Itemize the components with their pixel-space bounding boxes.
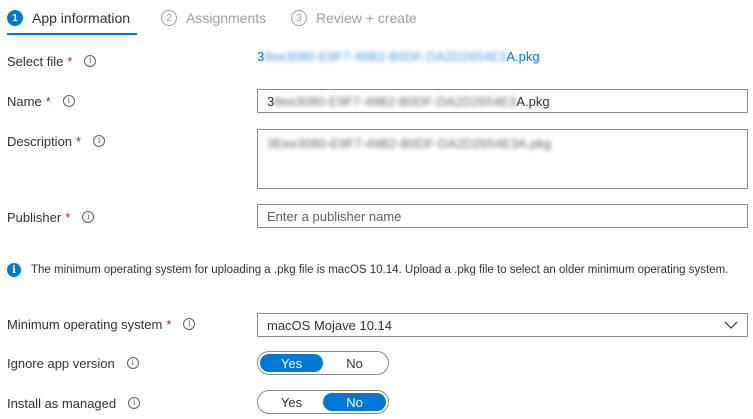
ignore-app-version-toggle[interactable]: Yes No (257, 351, 389, 375)
info-icon[interactable]: i (183, 318, 196, 330)
required-marker: * (76, 133, 82, 149)
min-os-select[interactable]: macOS Mojave 10.14 (257, 313, 748, 337)
name-value-suffix: A.pkg (516, 93, 550, 109)
required-marker: * (166, 316, 172, 332)
step-label: App information (32, 10, 131, 26)
ignore-app-version-yes[interactable]: Yes (260, 354, 323, 372)
required-marker: * (67, 53, 73, 69)
publisher-input[interactable]: Enter a publisher name (257, 204, 748, 228)
description-value-redacted: 3Eee3080-E9F7-49B2-B0DF-DA2D2654E3A.pkg (267, 136, 552, 151)
wizard-steps: 1 App information 2 Assignments 3 Review… (0, 0, 753, 40)
step-number: 3 (291, 10, 307, 26)
active-step-underline (7, 33, 137, 35)
file-name-prefix: 3 (257, 48, 265, 64)
min-os-notice: i The minimum operating system for uploa… (7, 262, 747, 278)
name-value-redacted: 8ee3080-E9F7-49B2-B0DF-DA2D2654E3 (274, 93, 517, 109)
info-icon[interactable]: i (128, 397, 141, 409)
install-as-managed-no[interactable]: No (323, 393, 386, 411)
info-icon[interactable]: i (93, 135, 106, 147)
file-name-redacted: 8ee3080-E9F7-49B2-B0DF-DA2D2654E3 (264, 48, 507, 64)
description-textarea[interactable]: 3Eee3080-E9F7-49B2-B0DF-DA2D2654E3A.pkg (257, 129, 748, 189)
select-file-label: Select file * i (7, 51, 97, 71)
step-app-information[interactable]: 1 App information (7, 8, 130, 28)
publisher-label: Publisher * i (7, 207, 95, 227)
publisher-placeholder: Enter a publisher name (267, 208, 402, 224)
selected-file-link[interactable]: 3 8ee3080-E9F7-49B2-B0DF-DA2D2654E3 A.pk… (257, 47, 540, 65)
install-as-managed-label-text: Install as managed (7, 395, 117, 411)
step-number: 2 (161, 10, 177, 26)
install-as-managed-toggle[interactable]: Yes No (257, 390, 389, 414)
step-assignments[interactable]: 2 Assignments (161, 8, 266, 28)
notice-text: The minimum operating system for uploadi… (31, 264, 729, 276)
name-value-prefix: 3 (267, 93, 275, 109)
chevron-down-icon (724, 318, 738, 332)
install-as-managed-yes[interactable]: Yes (260, 393, 323, 411)
ignore-app-version-label-text: Ignore app version (7, 355, 115, 371)
min-os-value: macOS Mojave 10.14 (267, 317, 393, 333)
required-marker: * (45, 93, 51, 109)
ignore-app-version-no[interactable]: No (323, 354, 386, 372)
step-number: 1 (7, 10, 23, 26)
info-icon[interactable]: i (84, 55, 97, 67)
min-os-label: Minimum operating system * i (7, 314, 196, 334)
min-os-label-text: Minimum operating system (7, 316, 163, 332)
name-input[interactable]: 3 8ee3080-E9F7-49B2-B0DF-DA2D2654E3 A.pk… (257, 89, 748, 113)
description-label-text: Description (7, 133, 73, 149)
install-as-managed-label: Install as managed i (7, 393, 141, 413)
step-label: Review + create (316, 10, 417, 26)
select-file-label-text: Select file (7, 53, 64, 69)
step-review-create[interactable]: 3 Review + create (291, 8, 417, 28)
required-marker: * (65, 209, 71, 225)
info-icon[interactable]: i (62, 95, 75, 107)
info-icon[interactable]: i (126, 357, 139, 369)
ignore-app-version-label: Ignore app version i (7, 353, 139, 373)
info-filled-icon: i (7, 263, 21, 277)
file-name-suffix: A.pkg (506, 48, 540, 64)
name-label: Name * i (7, 91, 75, 111)
publisher-label-text: Publisher (7, 209, 62, 225)
description-label: Description * i (7, 131, 106, 151)
step-label: Assignments (186, 10, 267, 26)
name-label-text: Name (7, 93, 42, 109)
info-icon[interactable]: i (82, 211, 95, 223)
